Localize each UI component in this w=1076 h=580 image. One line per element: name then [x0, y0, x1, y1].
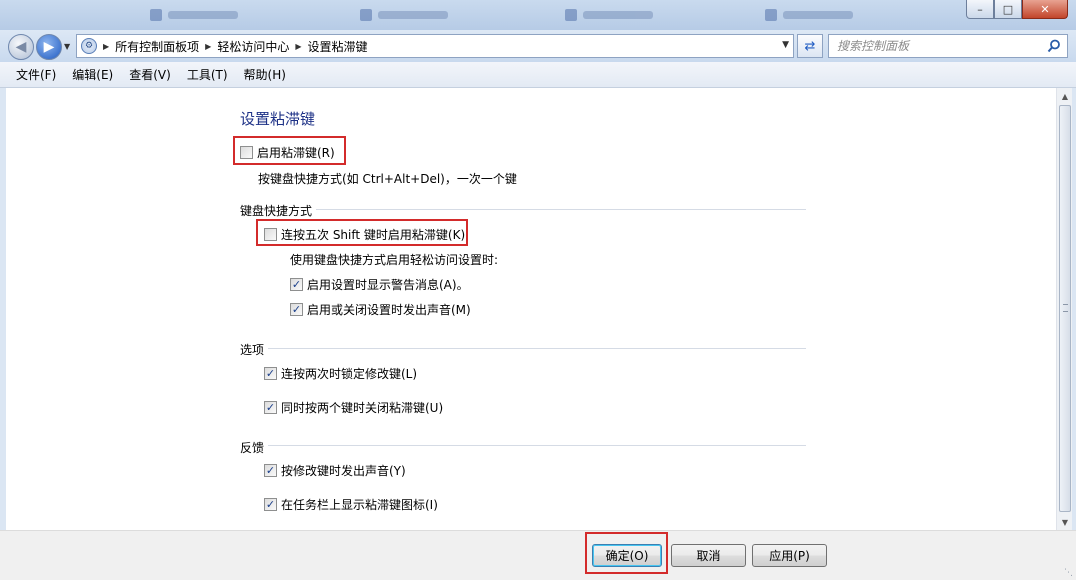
beep-modifier-label: 按修改键时发出声音(Y) — [281, 464, 406, 478]
beep-modifier-checkbox[interactable]: 按修改键时发出声音(Y) — [264, 462, 406, 479]
page-title: 设置粘滞键 — [240, 110, 316, 128]
scroll-thumb[interactable] — [1059, 105, 1071, 512]
maximize-button[interactable]: □ — [994, 0, 1022, 19]
menu-view[interactable]: 查看(V) — [121, 66, 179, 83]
address-toolbar: ◀ ▶ ▼ ⚙ ▶ 所有控制面板项 ▶ 轻松访问中心 ▶ 设置粘滞键 ▼ ⇄ — [0, 30, 1076, 62]
resize-grip-icon[interactable]: ⋱ — [1064, 568, 1074, 578]
enable-sticky-keys-label: 启用粘滞键(R) — [257, 146, 335, 160]
breadcrumb-item-ease-of-access[interactable]: 轻松访问中心 — [217, 38, 289, 55]
checkbox[interactable] — [290, 278, 303, 291]
checkbox[interactable] — [264, 228, 277, 241]
search-icon[interactable] — [1047, 39, 1061, 53]
scroll-up-icon[interactable]: ▲ — [1057, 88, 1073, 104]
section-heading-feedback: 反馈 — [240, 441, 265, 455]
menu-help[interactable]: 帮助(H) — [236, 66, 294, 83]
search-box[interactable] — [828, 34, 1068, 58]
background-taskbar-item — [565, 6, 653, 24]
vertical-scrollbar[interactable]: ▲ ▼ — [1056, 88, 1072, 530]
checkbox[interactable] — [264, 498, 277, 511]
show-warning-label: 启用设置时显示警告消息(A)。 — [307, 278, 469, 292]
menu-bar: 文件(F) 编辑(E) 查看(V) 工具(T) 帮助(H) — [0, 62, 1076, 88]
taskbar-icon-checkbox[interactable]: 在任务栏上显示粘滞键图标(I) — [264, 496, 438, 513]
address-dropdown-icon[interactable]: ▼ — [782, 40, 789, 50]
minimize-button[interactable]: – — [966, 0, 994, 19]
menu-file[interactable]: 文件(F) — [8, 66, 64, 83]
turn-off-two-keys-label: 同时按两个键时关闭粘滞键(U) — [281, 401, 444, 415]
chevron-right-icon[interactable]: ▶ — [205, 42, 211, 51]
apply-button[interactable]: 应用(P) — [752, 544, 827, 567]
breadcrumb-item-all-control-panel[interactable]: 所有控制面板项 — [115, 38, 199, 55]
forward-arrow-icon: ▶ — [43, 39, 55, 55]
refresh-icon: ⇄ — [804, 38, 816, 54]
settings-panel: 设置粘滞键 启用粘滞键(R) 按键盘快捷方式(如 Ctrl+Alt+Del)，一… — [6, 88, 1056, 530]
chevron-right-icon[interactable]: ▶ — [103, 42, 109, 51]
cancel-button[interactable]: 取消 — [671, 544, 746, 567]
grip-icon — [1063, 304, 1068, 312]
ok-button[interactable]: 确定(O) — [592, 544, 662, 567]
back-button[interactable]: ◀ — [8, 34, 34, 60]
shift-five-times-label: 连按五次 Shift 键时启用粘滞键(K) — [281, 228, 466, 242]
window-controls: – □ ✕ — [966, 0, 1068, 19]
shortcut-sub-description: 使用键盘快捷方式启用轻松访问设置时: — [290, 253, 499, 267]
taskbar-icon-label: 在任务栏上显示粘滞键图标(I) — [281, 498, 438, 512]
control-panel-icon: ⚙ — [81, 38, 97, 54]
refresh-button[interactable]: ⇄ — [797, 34, 823, 58]
checkbox[interactable] — [290, 303, 303, 316]
section-divider — [268, 348, 806, 349]
back-arrow-icon: ◀ — [15, 39, 27, 55]
section-divider — [268, 445, 806, 446]
background-taskbar-item — [150, 6, 238, 24]
address-bar[interactable]: ⚙ ▶ 所有控制面板项 ▶ 轻松访问中心 ▶ 设置粘滞键 ▼ — [76, 34, 794, 58]
background-taskbar-item — [765, 6, 853, 24]
title-bar: – □ ✕ — [0, 0, 1076, 30]
checkbox[interactable] — [264, 401, 277, 414]
lock-modifier-checkbox[interactable]: 连按两次时锁定修改键(L) — [264, 365, 417, 382]
button-bar: 确定(O) 取消 应用(P) ⋱ — [0, 530, 1076, 580]
menu-tools[interactable]: 工具(T) — [179, 66, 236, 83]
enable-description: 按键盘快捷方式(如 Ctrl+Alt+Del)，一次一个键 — [258, 172, 517, 186]
checkbox[interactable] — [264, 367, 277, 380]
turn-off-two-keys-checkbox[interactable]: 同时按两个键时关闭粘滞键(U) — [264, 399, 443, 416]
checkbox[interactable] — [264, 464, 277, 477]
breadcrumb-item-sticky-keys[interactable]: 设置粘滞键 — [308, 38, 368, 55]
background-taskbar-item — [360, 6, 448, 24]
scroll-down-icon[interactable]: ▼ — [1057, 514, 1073, 530]
enable-sticky-keys-checkbox[interactable]: 启用粘滞键(R) — [240, 144, 335, 161]
section-divider — [316, 209, 806, 210]
search-input[interactable] — [829, 35, 1039, 57]
lock-modifier-label: 连按两次时锁定修改键(L) — [281, 367, 418, 381]
make-sound-checkbox[interactable]: 启用或关闭设置时发出声音(M) — [290, 301, 471, 318]
menu-edit[interactable]: 编辑(E) — [64, 66, 121, 83]
forward-button[interactable]: ▶ — [36, 34, 62, 60]
chevron-right-icon[interactable]: ▶ — [295, 42, 301, 51]
recent-pages-dropdown[interactable]: ▼ — [64, 42, 70, 51]
make-sound-label: 启用或关闭设置时发出声音(M) — [307, 303, 471, 317]
close-button[interactable]: ✕ — [1022, 0, 1068, 19]
show-warning-checkbox[interactable]: 启用设置时显示警告消息(A)。 — [290, 276, 469, 293]
section-heading-options: 选项 — [240, 343, 265, 357]
shift-five-times-checkbox[interactable]: 连按五次 Shift 键时启用粘滞键(K) — [264, 226, 465, 243]
checkbox[interactable] — [240, 146, 253, 159]
section-heading-shortcut: 键盘快捷方式 — [240, 204, 313, 218]
